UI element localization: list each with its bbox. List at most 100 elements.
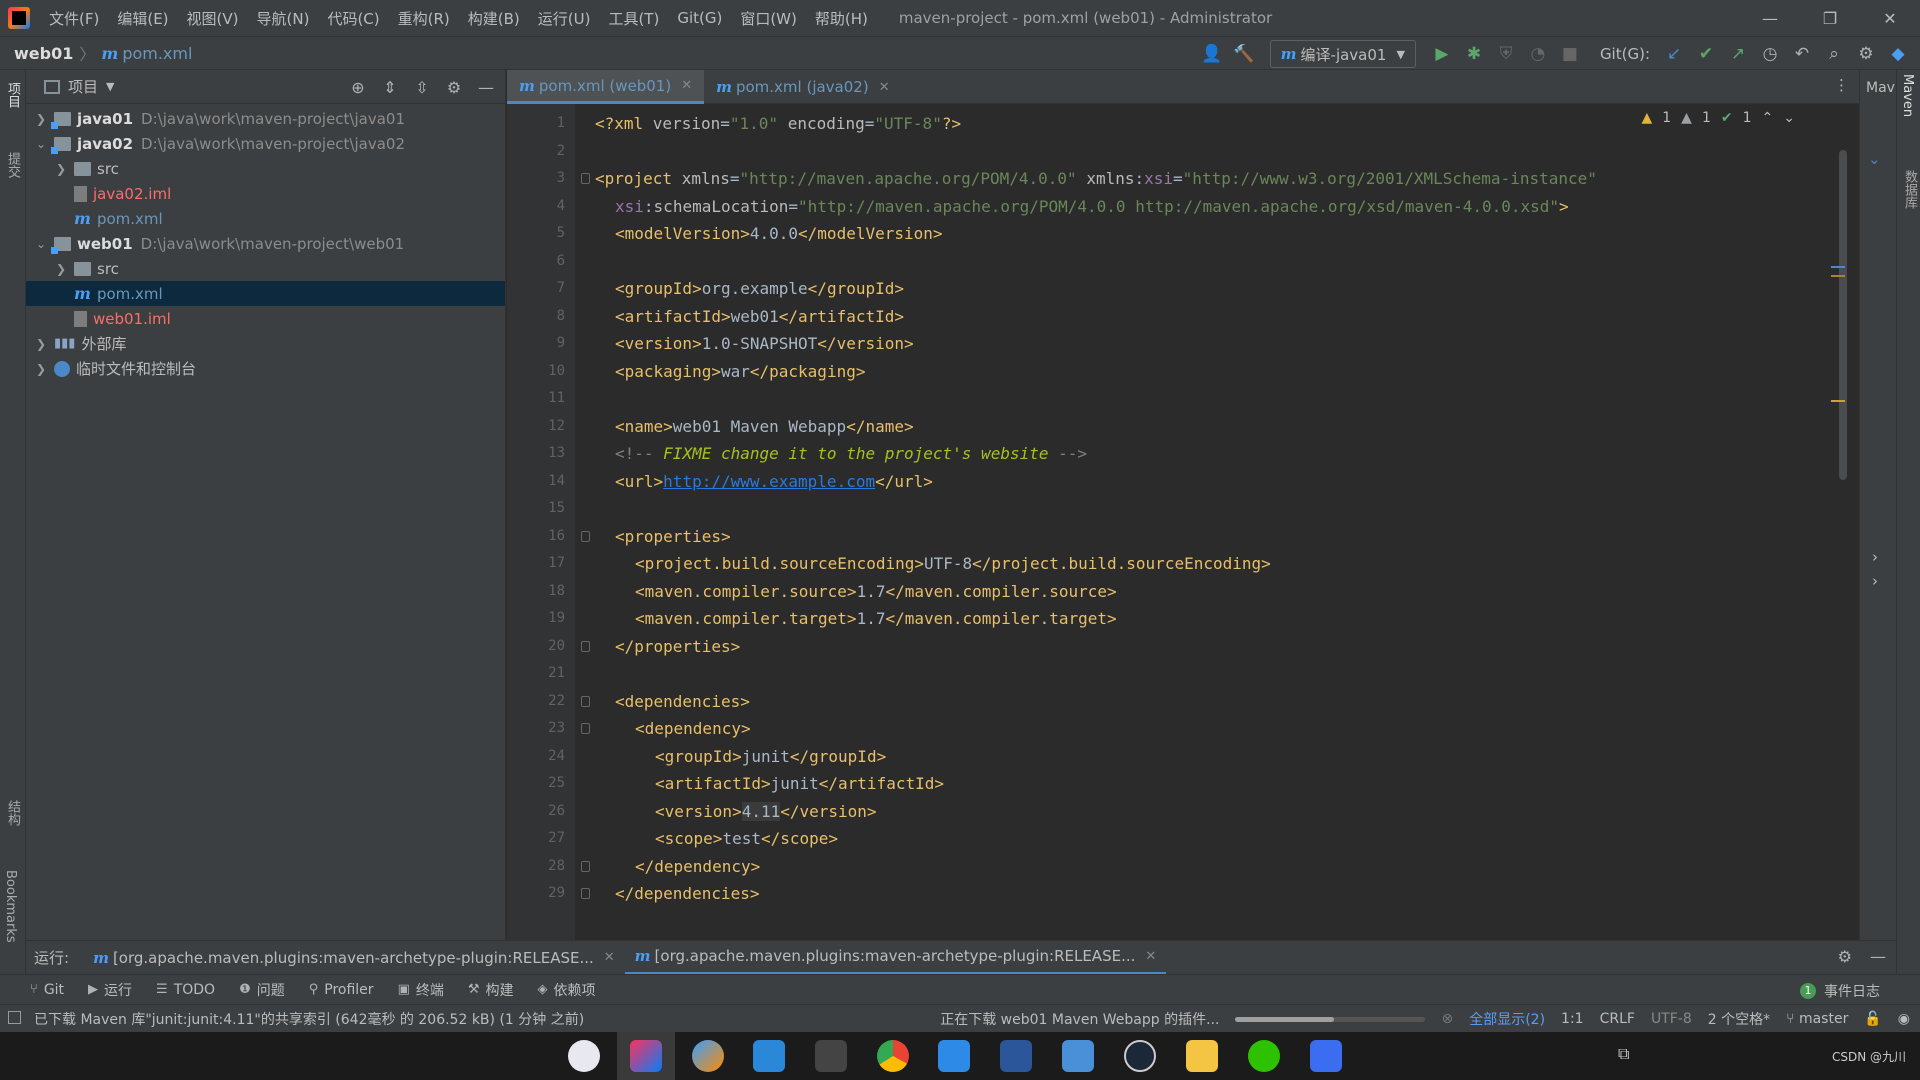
tab-pom-java02[interactable]: m pom.xml (java02) ✕ <box>704 70 902 104</box>
intellij-icon[interactable] <box>630 1040 662 1072</box>
word-icon[interactable] <box>1000 1040 1032 1072</box>
toolwindow-run[interactable]: ▶ 运行 <box>88 980 132 1000</box>
chevron-down-icon[interactable]: ⌄ <box>34 237 48 251</box>
menu-code[interactable]: 代码(C) <box>318 8 388 29</box>
gear-icon[interactable]: ⚙ <box>441 78 467 97</box>
expand-all-icon[interactable]: ⇕ <box>377 78 403 97</box>
toolwindow-terminal[interactable]: ▣ 终端 <box>398 980 444 1000</box>
hide-icon[interactable]: — <box>1870 947 1886 966</box>
wechat-icon[interactable] <box>1248 1040 1280 1072</box>
status-message[interactable]: 已下载 Maven 库"junit:junit:4.11"的共享索引 (642毫… <box>34 1009 584 1029</box>
task-view-icon[interactable]: ⧉ <box>1618 1044 1629 1064</box>
tree-item-web01-iml[interactable]: web01.iml <box>26 306 505 331</box>
git-commit-icon[interactable]: ✔ <box>1692 40 1720 68</box>
code-area[interactable]: <?xml version="1.0" encoding="UTF-8"?> <… <box>595 104 1795 940</box>
chevron-right-icon[interactable]: ❯ <box>54 262 68 276</box>
stripe-tab-commit[interactable]: 提交 <box>3 152 22 178</box>
tree-item-java02-iml[interactable]: java02.iml <box>26 181 505 206</box>
menu-edit[interactable]: 编辑(E) <box>108 8 177 29</box>
history-icon[interactable]: ◷ <box>1756 40 1784 68</box>
close-icon[interactable]: ✕ <box>604 950 615 965</box>
fold-marker-icon[interactable] <box>581 888 590 899</box>
fold-marker-icon[interactable] <box>581 640 590 652</box>
video-app-icon[interactable] <box>1310 1040 1342 1072</box>
run-tab-1[interactable]: m [org.apache.maven.plugins:maven-archet… <box>83 941 625 975</box>
git-update-icon[interactable]: ↙ <box>1660 40 1688 68</box>
fold-marker-icon[interactable] <box>581 695 590 707</box>
chrome-icon[interactable] <box>877 1040 909 1072</box>
more-vertical-icon[interactable]: ⋮ <box>1834 76 1849 94</box>
tree-item-external-libraries[interactable]: ❯ ▮▮▮ 外部库 <box>26 331 505 356</box>
profile-icon[interactable]: ◔ <box>1524 40 1552 68</box>
file-encoding[interactable]: UTF-8 <box>1651 1011 1692 1027</box>
run-tab-2[interactable]: m [org.apache.maven.plugins:maven-archet… <box>624 941 1167 975</box>
build-hammer-icon[interactable]: 🔨 <box>1230 40 1258 68</box>
terminal-icon[interactable] <box>815 1040 847 1072</box>
indent-setting[interactable]: 2 个空格* <box>1708 1009 1770 1029</box>
chevron-down-icon[interactable]: ⌄ <box>1868 150 1881 168</box>
menu-refactor[interactable]: 重构(R) <box>389 8 459 29</box>
menu-help[interactable]: 帮助(H) <box>806 8 877 29</box>
git-branch[interactable]: ⑂ master <box>1786 1011 1848 1027</box>
menu-file[interactable]: 文件(F) <box>40 8 108 29</box>
fold-marker-icon[interactable] <box>581 723 590 734</box>
tree-item-web01-src[interactable]: ❯ src <box>26 256 505 281</box>
hide-icon[interactable]: — <box>473 78 499 97</box>
panel-toggle-icon[interactable] <box>8 1011 21 1024</box>
run-configuration-select[interactable]: m 编译-java01 ▼ <box>1269 40 1416 68</box>
close-icon[interactable]: ✕ <box>681 78 692 93</box>
close-icon[interactable]: ✕ <box>879 80 890 95</box>
locate-icon[interactable]: ⊕ <box>345 78 371 97</box>
todo-icon[interactable] <box>1062 1040 1094 1072</box>
toolwindow-problems[interactable]: ❶ 问题 <box>239 980 285 1000</box>
chevron-right-icon[interactable]: ❯ <box>34 362 48 376</box>
tab-pom-web01[interactable]: m pom.xml (web01) ✕ <box>507 70 705 104</box>
browser-icon[interactable] <box>692 1040 724 1072</box>
tree-item-java02-src[interactable]: ❯ src <box>26 156 505 181</box>
menu-navigate[interactable]: 导航(N) <box>248 8 319 29</box>
cancel-icon[interactable]: ⊗ <box>1441 1011 1453 1027</box>
tree-item-web01[interactable]: ⌄ web01 D:\java\work\maven-project\web01 <box>26 231 505 256</box>
gear-icon[interactable]: ⚙ <box>1838 947 1852 966</box>
git-push-icon[interactable]: ↗ <box>1724 40 1752 68</box>
warning-marker[interactable] <box>1831 275 1845 277</box>
chevron-right-icon[interactable]: › <box>1872 548 1878 566</box>
eclipse-icon[interactable] <box>568 1040 600 1072</box>
chevron-down-icon[interactable]: ⌄ <box>34 137 48 151</box>
tree-item-scratches[interactable]: ❯ 临时文件和控制台 <box>26 356 505 381</box>
chevron-down-icon[interactable]: ▼ <box>106 80 114 93</box>
project-panel-title[interactable]: 项目 <box>68 76 98 97</box>
restore-icon[interactable]: ❐ <box>1800 0 1860 36</box>
toolwindow-todo[interactable]: ☰ TODO <box>156 982 215 998</box>
chevron-right-icon[interactable]: ❯ <box>34 112 48 126</box>
toolwindow-build[interactable]: ⚒ 构建 <box>468 980 514 1000</box>
show-all-link[interactable]: 全部显示(2) <box>1469 1009 1545 1029</box>
toolwindow-profiler[interactable]: ⚲ Profiler <box>309 982 374 998</box>
toolwindow-git[interactable]: ⑂ Git <box>30 982 64 998</box>
fold-marker-icon[interactable] <box>581 860 590 872</box>
menu-build[interactable]: 构建(B) <box>459 8 529 29</box>
progress-text[interactable]: 正在下载 web01 Maven Webapp 的插件... <box>940 1009 1219 1029</box>
tree-item-java02-pom[interactable]: m pom.xml <box>26 206 505 231</box>
chevron-right-icon[interactable]: › <box>1872 572 1878 590</box>
file-explorer-icon[interactable] <box>1186 1040 1218 1072</box>
minimize-icon[interactable]: — <box>1740 0 1800 36</box>
chevron-right-icon[interactable]: ❯ <box>34 337 48 351</box>
url-link[interactable]: http://www.example.com <box>663 472 875 491</box>
user-icon[interactable]: 👤 <box>1198 40 1226 68</box>
lock-icon[interactable]: 🔓 <box>1864 1011 1881 1027</box>
menu-run[interactable]: 运行(U) <box>529 8 600 29</box>
menu-tools[interactable]: 工具(T) <box>599 8 668 29</box>
stripe-tab-structure[interactable]: 结构 <box>3 800 22 826</box>
run-icon[interactable]: ▶ <box>1428 40 1456 68</box>
collapse-all-icon[interactable]: ⇳ <box>409 78 435 97</box>
inspector-icon[interactable]: ◉ <box>1898 1011 1910 1027</box>
stripe-tab-bookmarks[interactable]: Bookmarks <box>3 870 18 943</box>
caret-position[interactable]: 1:1 <box>1561 1011 1584 1027</box>
stripe-tab-maven[interactable]: Maven <box>1900 74 1915 117</box>
steam-icon[interactable] <box>1124 1040 1156 1072</box>
toolwindow-dependencies[interactable]: ◈ 依赖项 <box>538 980 596 1000</box>
breadcrumb-module[interactable]: web01 <box>14 44 73 63</box>
fold-marker-icon[interactable] <box>581 530 590 542</box>
toolwindow-event-log[interactable]: 1 事件日志 <box>1800 981 1880 1001</box>
